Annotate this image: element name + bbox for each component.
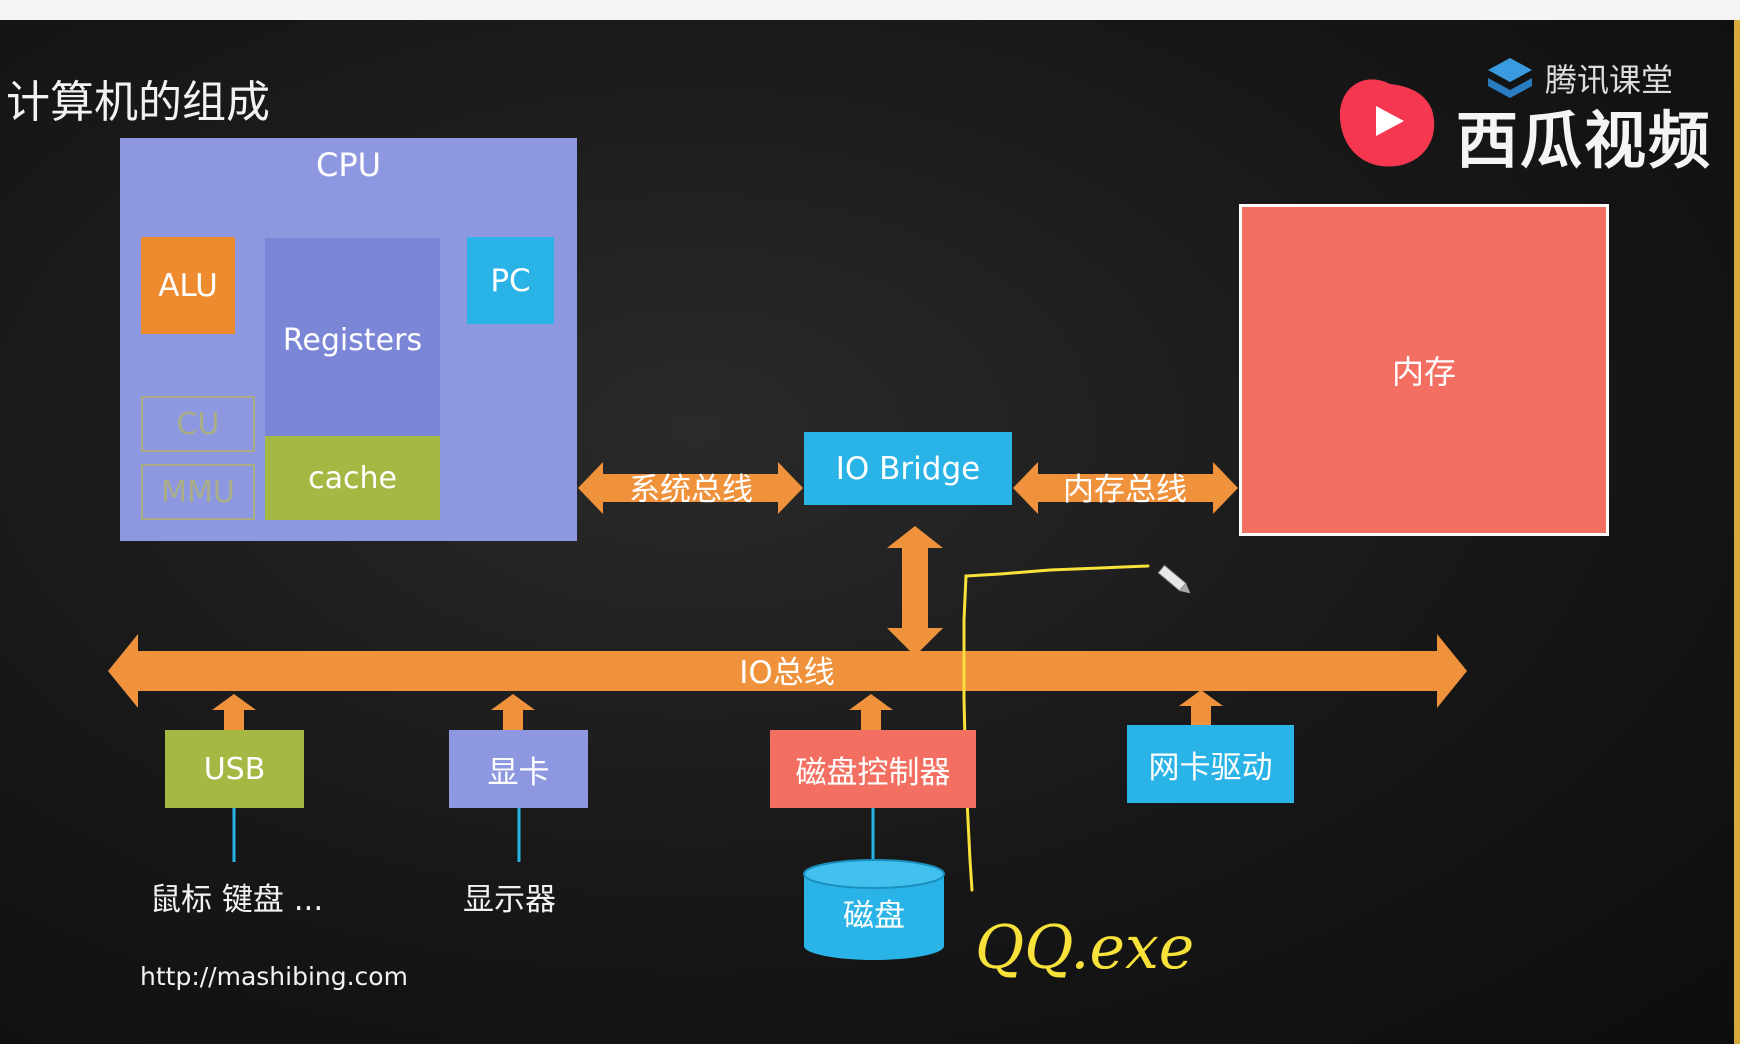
pc-block: PC (467, 237, 554, 324)
memory-bus-label: 内存总线 (1063, 472, 1187, 508)
mmu-block: MMU (141, 464, 255, 520)
registers-block: Registers (265, 238, 440, 443)
nic-block: 网卡驱动 (1127, 725, 1294, 803)
source-url: http://mashibing.com (140, 962, 408, 991)
gpu-block: 显卡 (449, 730, 588, 808)
cu-block: CU (141, 396, 255, 452)
watermark-main: 西瓜视频 (1456, 104, 1713, 177)
xigua-logo-icon (1339, 79, 1435, 167)
pen-cursor-icon (1157, 564, 1191, 594)
io-bridge-block: IO Bridge (804, 432, 1012, 505)
disk-controller-block: 磁盘控制器 (770, 730, 976, 808)
slide-title: 计算机的组成 (6, 77, 270, 128)
cache-block: cache (265, 436, 440, 520)
usb-block: USB (165, 730, 304, 808)
annotation-stroke (962, 564, 1150, 892)
memory-block: 内存 (1239, 204, 1609, 536)
io-bus-label: IO总线 (739, 655, 835, 691)
mouse-keyboard-label: 鼠标 键盘 ... (150, 882, 324, 918)
io-bridge-vertical-arrow (887, 526, 943, 656)
alu-block: ALU (141, 237, 235, 334)
disk-label: 磁盘 (843, 898, 905, 934)
monitor-label: 显示器 (463, 882, 556, 918)
system-bus-label: 系统总线 (629, 472, 753, 508)
cpu-label: CPU (315, 146, 382, 184)
annotation-text: QQ.exe (975, 913, 1194, 983)
